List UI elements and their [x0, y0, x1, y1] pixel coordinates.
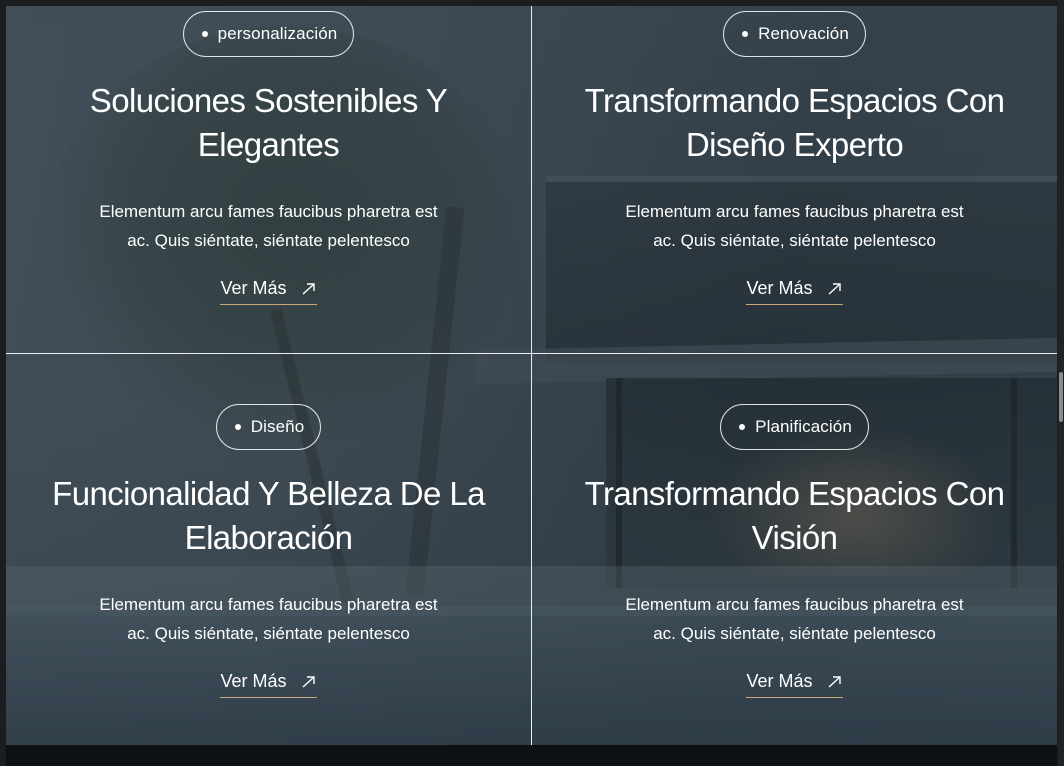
scrollbar-thumb[interactable] — [1059, 372, 1063, 422]
service-card-1: personalización Soluciones Sostenibles Y… — [6, 6, 531, 305]
card-title: Transformando Espacios Con Visión — [584, 475, 1005, 556]
category-tag[interactable]: personalización — [182, 11, 355, 57]
arrow-up-right-icon — [302, 675, 315, 688]
ver-mas-link[interactable]: Ver Más — [746, 671, 843, 698]
category-tag[interactable]: Planificación — [720, 404, 869, 450]
ver-mas-label: Ver Más — [220, 671, 287, 691]
ver-mas-label: Ver Más — [220, 278, 287, 298]
footer-strip — [6, 745, 1057, 766]
card-description: Elementum arcu fames faucibus pharetra e… — [625, 595, 964, 643]
services-hero-section: personalización Soluciones Sostenibles Y… — [6, 6, 1057, 745]
category-tag-label: Renovación — [758, 24, 849, 43]
service-card-4: Planificación Transformando Espacios Con… — [532, 354, 1057, 698]
category-tag-label: Diseño — [250, 417, 305, 436]
card-title: Soluciones Sostenibles Y Elegantes — [89, 82, 448, 163]
ver-mas-label: Ver Más — [746, 278, 813, 298]
card-title: Funcionalidad Y Belleza De La Elaboració… — [52, 475, 485, 556]
category-tag[interactable]: Renovación — [723, 11, 866, 57]
category-tag-label: Planificación — [755, 417, 852, 436]
card-description: Elementum arcu fames faucibus pharetra e… — [625, 202, 964, 250]
ver-mas-link[interactable]: Ver Más — [220, 278, 317, 305]
dot-icon — [201, 31, 208, 37]
arrow-up-right-icon — [828, 675, 841, 688]
category-tag[interactable]: Diseño — [215, 404, 322, 450]
dot-icon — [742, 31, 749, 37]
arrow-up-right-icon — [828, 282, 841, 295]
category-tag-label: personalización — [217, 24, 338, 43]
ver-mas-link[interactable]: Ver Más — [746, 278, 843, 305]
ver-mas-label: Ver Más — [746, 671, 813, 691]
ver-mas-link[interactable]: Ver Más — [220, 671, 317, 698]
card-description: Elementum arcu fames faucibus pharetra e… — [99, 202, 438, 250]
card-title: Transformando Espacios Con Diseño Expert… — [584, 82, 1005, 163]
service-card-2: Renovación Transformando Espacios Con Di… — [532, 6, 1057, 305]
arrow-up-right-icon — [302, 282, 315, 295]
dot-icon — [234, 424, 241, 430]
service-card-3: Diseño Funcionalidad Y Belleza De La Ela… — [6, 354, 531, 698]
card-description: Elementum arcu fames faucibus pharetra e… — [99, 595, 438, 643]
dot-icon — [739, 424, 746, 430]
